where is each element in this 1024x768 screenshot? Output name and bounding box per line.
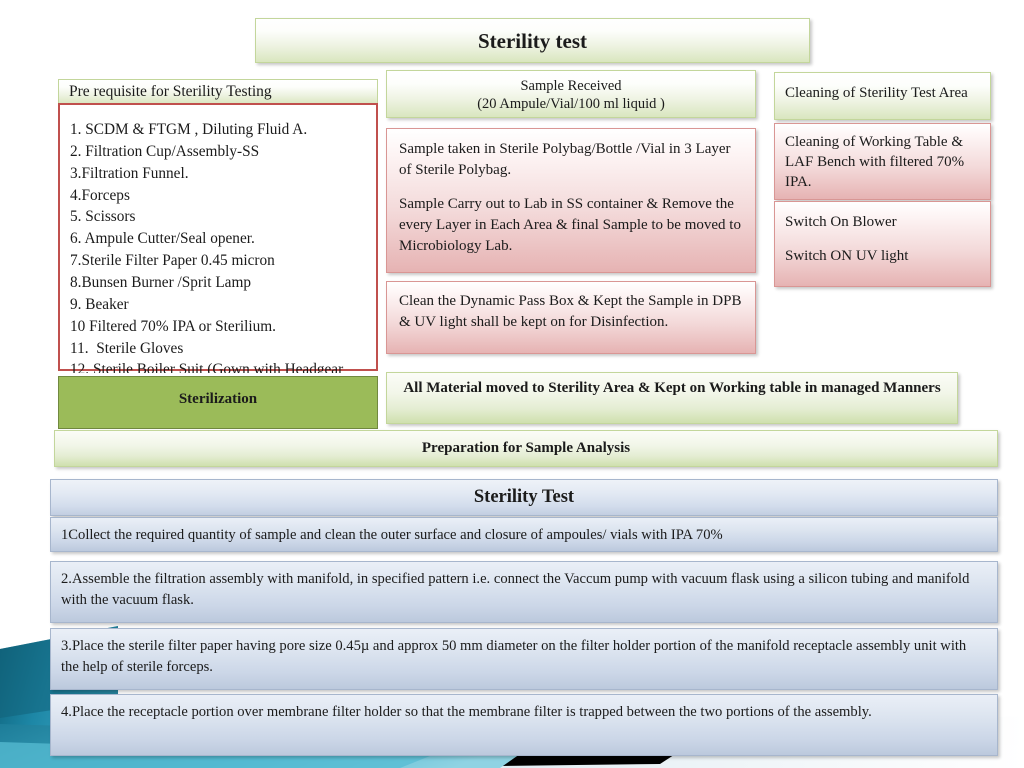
list-item: 5. Scissors xyxy=(70,208,136,226)
switch-blower-text: Switch On Blower xyxy=(785,214,897,230)
preparation-label: Preparation for Sample Analysis xyxy=(421,440,631,456)
list-item: 7.Sterile Filter Paper 0.45 micron xyxy=(70,252,275,270)
sterilization-box: Sterilization xyxy=(55,373,381,432)
sample-taken-paragraph-1: Sample taken in Sterile Polybag/Bottle /… xyxy=(399,141,731,178)
sterility-step-text: 4.Place the receptacle portion over memb… xyxy=(61,704,872,720)
list-item: 6. Ampule Cutter/Seal opener. xyxy=(70,230,255,248)
cleaning-area-heading-box: Cleaning of Sterility Test Area xyxy=(774,72,991,120)
sterility-step-row: 3.Place the sterile filter paper having … xyxy=(50,628,998,690)
list-item: 3.Filtration Funnel. xyxy=(70,164,189,182)
sterility-step-row: 4.Place the receptacle portion over memb… xyxy=(50,694,998,756)
dynamic-pass-box: Clean the Dynamic Pass Box & Kept the Sa… xyxy=(386,281,756,354)
switch-uv-text: Switch ON UV light xyxy=(785,247,909,264)
sample-received-line2: (20 Ampule/Vial/100 ml liquid ) xyxy=(477,96,665,113)
list-item: 8.Bunsen Burner /Sprit Lamp xyxy=(70,274,251,292)
sterility-step-row: 1Collect the required quantity of sample… xyxy=(50,517,998,552)
list-item: 1. SCDM & FTGM , Diluting Fluid A. xyxy=(70,121,308,138)
sterility-test-heading-box: Sterility Test xyxy=(50,479,998,516)
list-item: 9. Beaker xyxy=(70,295,129,313)
sample-received-box: Sample Received (20 Ampule/Vial/100 ml l… xyxy=(386,70,756,118)
dynamic-pass-box-text: Clean the Dynamic Pass Box & Kept the Sa… xyxy=(399,293,742,330)
sterilization-label: Sterilization xyxy=(178,391,258,407)
prerequisite-list: 1. SCDM & FTGM , Diluting Fluid A. 2. Fi… xyxy=(60,105,376,403)
sample-taken-box: Sample taken in Sterile Polybag/Bottle /… xyxy=(386,128,756,273)
prerequisite-list-box: 1. SCDM & FTGM , Diluting Fluid A. 2. Fi… xyxy=(58,103,378,400)
sample-received-line1: Sample Received xyxy=(520,78,622,94)
sterility-step-text: 2.Assemble the filtration assembly with … xyxy=(61,571,970,608)
list-item: 2. Filtration Cup/Assembly-SS xyxy=(70,142,260,160)
sterility-step-text: 1Collect the required quantity of sample… xyxy=(61,527,723,543)
list-item: 11. Sterile Gloves xyxy=(70,339,184,357)
prerequisite-heading-box: Pre requisite for Sterility Testing xyxy=(58,79,378,105)
sample-taken-paragraph-2: Sample Carry out to Lab in SS container … xyxy=(399,196,741,254)
sterility-step-row: 2.Assemble the filtration assembly with … xyxy=(50,561,998,623)
all-material-moved-text: All Material moved to Sterility Area & K… xyxy=(403,380,941,396)
switch-on-box: Switch On Blower Switch ON UV light xyxy=(774,201,991,287)
list-item: 4.Forceps xyxy=(70,186,130,204)
all-material-moved-box: All Material moved to Sterility Area & K… xyxy=(386,372,958,424)
preparation-bar: Preparation for Sample Analysis xyxy=(54,430,998,467)
cleaning-working-table-box: Cleaning of Working Table & LAF Bench wi… xyxy=(774,123,991,200)
list-item: 10 Filtered 70% IPA or Sterilium. xyxy=(70,317,276,335)
prerequisite-heading: Pre requisite for Sterility Testing xyxy=(69,83,272,100)
cleaning-working-table-text: Cleaning of Working Table & LAF Bench wi… xyxy=(785,134,965,190)
sterility-test-heading: Sterility Test xyxy=(473,487,575,507)
slide-title-box: Sterility test xyxy=(255,18,810,63)
sterility-step-text: 3.Place the sterile filter paper having … xyxy=(61,638,967,675)
cleaning-area-heading: Cleaning of Sterility Test Area xyxy=(785,85,968,101)
page-title: Sterility test xyxy=(477,29,588,53)
